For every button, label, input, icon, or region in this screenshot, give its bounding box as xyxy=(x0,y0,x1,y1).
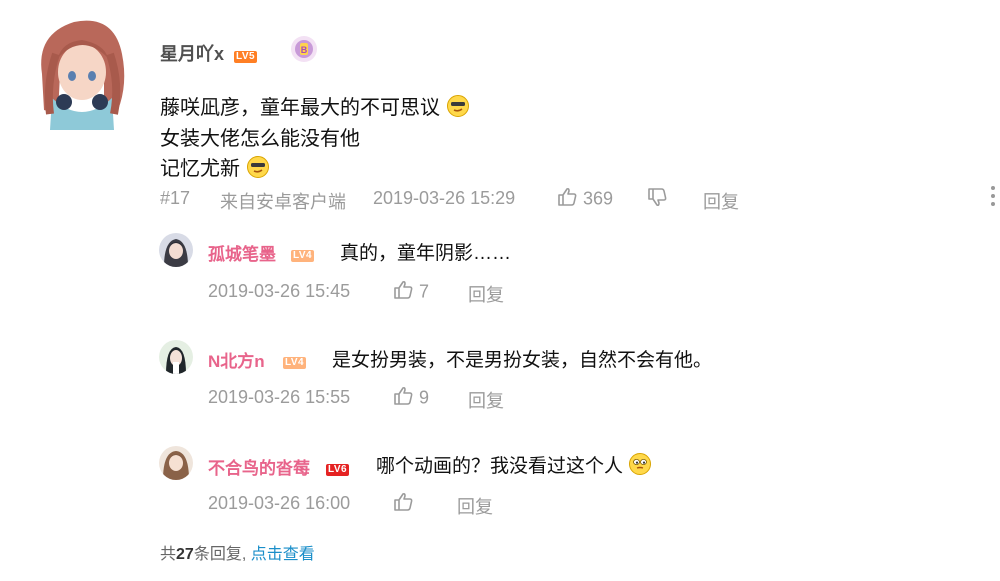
comment-line-3: 记忆尤新 xyxy=(160,152,270,185)
like-button[interactable] xyxy=(392,491,414,518)
sunglasses-emoji-icon xyxy=(446,94,470,124)
reply-button[interactable]: 回复 xyxy=(468,387,504,413)
vertical-more-icon[interactable] xyxy=(990,186,996,210)
comment-text: 记忆尤新 xyxy=(160,158,240,180)
reply-avatar[interactable] xyxy=(159,446,193,480)
reply-button[interactable]: 回复 xyxy=(703,188,739,214)
like-count: 369 xyxy=(583,188,614,209)
like-count: 9 xyxy=(419,387,430,408)
comment-line-2: 女装大佬怎么能没有他 xyxy=(160,122,360,151)
reply-avatar[interactable] xyxy=(159,233,193,267)
like-button[interactable]: 7 xyxy=(392,279,429,306)
comment-floor: #17 xyxy=(160,188,191,208)
comment-line-1: 藤咲凪彦，童年最大的不可思议 xyxy=(160,91,470,124)
thumbs-up-icon[interactable] xyxy=(556,186,578,213)
reply-username[interactable]: 不合鸟的沓莓 xyxy=(208,454,310,479)
svg-text:B: B xyxy=(301,45,308,55)
comment-time: 2019-03-26 15:29 xyxy=(373,188,516,208)
like-count: 7 xyxy=(419,281,430,302)
fan-badge-icon[interactable]: B xyxy=(287,32,321,66)
reply-time: 2019-03-26 15:45 xyxy=(208,281,351,301)
like-button[interactable]: 9 xyxy=(392,385,429,412)
reply-summary: 共27条回复, 点击查看 xyxy=(160,540,315,564)
reply-username[interactable]: 孤城笔墨 xyxy=(208,240,276,265)
comment-source: 来自安卓客户端 xyxy=(220,192,346,212)
level-badge: LV6 xyxy=(326,459,350,477)
summary-prefix: 共 xyxy=(160,546,177,563)
reply-avatar[interactable] xyxy=(159,340,193,374)
reply-text: 哪个动画的？我没看过这个人 xyxy=(376,456,624,477)
reply-text: 真的，童年阴影…… xyxy=(340,243,512,264)
level-badge-text: LV5 xyxy=(234,51,258,63)
level-badge: LV4 xyxy=(291,245,315,263)
main-avatar[interactable] xyxy=(34,14,130,130)
thumbs-up-icon[interactable] xyxy=(392,491,414,518)
comment-username[interactable]: 星月吖x xyxy=(160,40,224,66)
sunglasses-emoji-icon xyxy=(246,155,270,185)
comment-text: 藤咲凪彦，童年最大的不可思议 xyxy=(160,97,440,119)
summary-suffix: 条回复, xyxy=(193,546,247,563)
level-badge: LV4 xyxy=(283,352,307,370)
reply-button[interactable]: 回复 xyxy=(457,493,493,519)
level-badge-text: LV4 xyxy=(291,250,315,262)
summary-count: 27 xyxy=(176,546,194,563)
view-replies-link[interactable]: 点击查看 xyxy=(251,546,315,563)
level-badge: LV5 xyxy=(234,46,258,64)
dislike-button[interactable] xyxy=(646,186,668,213)
comment-text: 女装大佬怎么能没有他 xyxy=(160,128,360,150)
thumbs-up-icon[interactable] xyxy=(392,279,414,306)
reply-time: 2019-03-26 15:55 xyxy=(208,387,351,407)
level-badge-text: LV6 xyxy=(326,464,350,476)
comment-username-text[interactable]: 星月吖x xyxy=(160,44,224,64)
sleepy-emoji-icon xyxy=(628,452,652,482)
like-button[interactable]: 369 xyxy=(556,186,613,213)
reply-text: 是女扮男装，不是男扮女装，自然不会有他。 xyxy=(332,350,713,371)
level-badge-text: LV4 xyxy=(283,357,307,369)
thumbs-up-icon[interactable] xyxy=(392,385,414,412)
reply-time: 2019-03-26 16:00 xyxy=(208,493,351,513)
reply-username[interactable]: N北方n xyxy=(208,347,265,372)
thumbs-down-icon[interactable] xyxy=(646,186,668,213)
reply-text-row: 哪个动画的？我没看过这个人 xyxy=(376,451,652,482)
reply-button[interactable]: 回复 xyxy=(468,281,504,307)
